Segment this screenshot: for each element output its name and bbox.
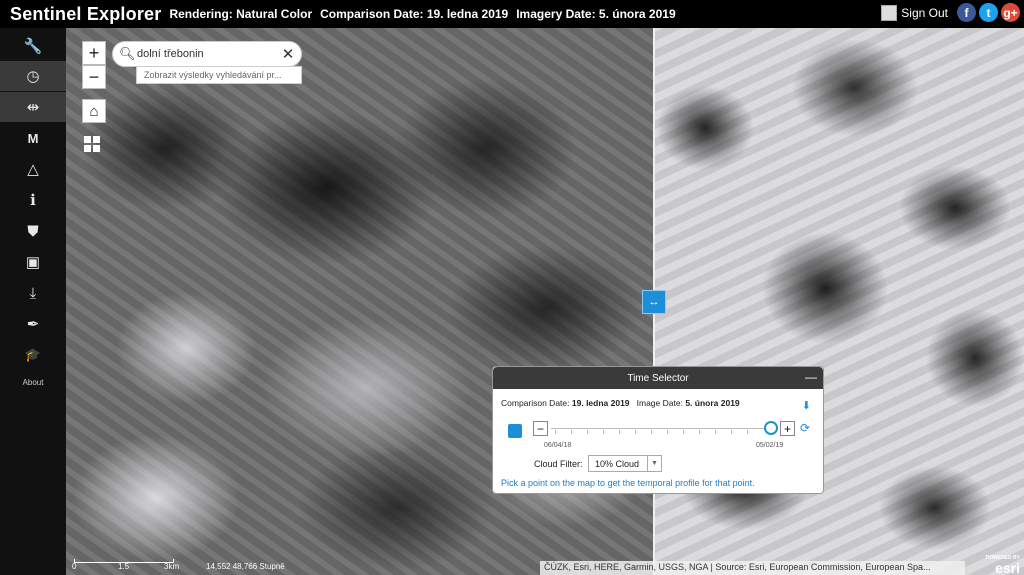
coordinate-readout: 14,552 48,766 Stupně bbox=[206, 562, 285, 571]
zoom-out-button[interactable]: − bbox=[82, 65, 106, 89]
download-icon[interactable]: ⬇ bbox=[802, 399, 811, 412]
save-icon: ▣ bbox=[25, 254, 41, 271]
about-label[interactable]: About bbox=[0, 378, 66, 387]
date-next-button[interactable]: + bbox=[780, 421, 795, 436]
cloud-filter-label: Cloud Filter: bbox=[534, 459, 583, 469]
time-selector-title: Time Selector bbox=[627, 372, 689, 384]
scale-bar: 0 1.5 3km bbox=[72, 557, 214, 571]
date-slider-thumb[interactable] bbox=[764, 421, 778, 435]
home-button[interactable]: ⌂ bbox=[82, 99, 106, 123]
cloud-filter-select[interactable]: 10% Cloud ▼ bbox=[588, 455, 662, 472]
tool-info[interactable]: ℹ bbox=[0, 185, 66, 215]
tool-change[interactable]: △ bbox=[0, 154, 66, 184]
date-slider-track[interactable] bbox=[551, 428, 771, 429]
range-end-label: 05/02/19 bbox=[756, 442, 784, 449]
swipe-icon: ⇹ bbox=[26, 99, 40, 116]
scale-mid: 1.5 bbox=[118, 562, 130, 571]
close-icon[interactable]: ✕ bbox=[279, 45, 297, 63]
time-selector-header[interactable]: Time Selector — bbox=[493, 367, 823, 389]
avatar[interactable] bbox=[881, 4, 898, 21]
tool-time[interactable]: ◷ bbox=[0, 61, 66, 91]
attribution: ČÚZK, Esri, HERE, Garmin, USGS, NGA | So… bbox=[540, 561, 965, 575]
triangle-icon: △ bbox=[27, 161, 39, 178]
download-icon: ⤓ bbox=[29, 284, 37, 302]
date-previous-button[interactable]: − bbox=[533, 421, 548, 436]
left-toolbar: 🔧 ◷ ⇹ M △ ℹ ⛊ ▣ ⤓ ✒ 🎓 About bbox=[0, 28, 66, 575]
bookmark-icon: ⛊ bbox=[27, 222, 39, 240]
swipe-handle[interactable]: ↔ bbox=[642, 290, 666, 314]
search-suggestion[interactable]: Zobrazit výsledky vyhledávání pr... bbox=[136, 66, 302, 84]
chevron-down-icon[interactable]: ▼ bbox=[647, 456, 661, 471]
rendering-label: Rendering: Natural Color bbox=[169, 7, 313, 21]
basemap-grid-icon[interactable] bbox=[84, 136, 100, 152]
image-date-value: 5. února 2019 bbox=[685, 398, 740, 408]
tool-measure[interactable]: M bbox=[0, 123, 66, 153]
header-right: Sign Out f t g+ bbox=[881, 3, 1020, 22]
minimize-icon[interactable]: — bbox=[805, 370, 817, 384]
search-input[interactable] bbox=[137, 48, 279, 60]
feather-icon: ✒ bbox=[26, 316, 40, 333]
twitter-icon[interactable]: t bbox=[979, 3, 998, 22]
info-icon: ℹ bbox=[30, 192, 36, 209]
scale-end: 3km bbox=[164, 562, 180, 571]
tool-about[interactable]: 🎓 bbox=[0, 340, 66, 370]
top-bar: Sentinel Explorer Rendering: Natural Col… bbox=[0, 0, 1024, 28]
tool-save[interactable]: ▣ bbox=[0, 247, 66, 277]
facebook-icon[interactable]: f bbox=[957, 3, 976, 22]
comparison-date-value: 19. ledna 2019 bbox=[571, 398, 630, 408]
sign-out-link[interactable]: Sign Out bbox=[901, 6, 948, 20]
tool-swipe[interactable]: ⇹ bbox=[0, 92, 66, 122]
tool-tools[interactable]: 🔧 bbox=[0, 31, 66, 61]
comparison-date-label: Comparison Date: 19. ledna 2019 bbox=[320, 7, 509, 21]
google-plus-icon[interactable]: g+ bbox=[1001, 3, 1020, 22]
time-selector-panel: Time Selector — Comparison Date: 19. led… bbox=[492, 366, 824, 494]
clock-icon: ◷ bbox=[26, 68, 40, 85]
range-start-label: 06/04/18 bbox=[544, 442, 572, 449]
imagery-date-label: Imagery Date: 5. února 2019 bbox=[516, 7, 676, 21]
tool-export[interactable]: ⤓ bbox=[0, 278, 66, 308]
temporal-profile-hint[interactable]: Pick a point on the map to get the tempo… bbox=[501, 478, 755, 488]
refresh-icon[interactable]: ⟳ bbox=[800, 421, 810, 435]
app-title: Sentinel Explorer bbox=[10, 3, 162, 24]
zoom-in-button[interactable]: + bbox=[82, 41, 106, 65]
tool-annotate[interactable]: ✒ bbox=[0, 309, 66, 339]
search-icon[interactable]: 🔍︎ bbox=[119, 46, 137, 62]
calendar-icon[interactable] bbox=[508, 424, 522, 438]
scale-zero: 0 bbox=[72, 562, 77, 571]
measure-icon: M bbox=[27, 130, 39, 146]
search-box: 🔍︎ ✕ bbox=[112, 41, 302, 67]
tool-bookmark[interactable]: ⛊ bbox=[0, 216, 66, 246]
wrench-icon: 🔧 bbox=[23, 38, 43, 55]
graduation-cap-icon: 🎓 bbox=[24, 347, 42, 362]
esri-logo: POWERED BY esri bbox=[985, 555, 1020, 575]
time-selector-dates: Comparison Date: 19. ledna 2019 Image Da… bbox=[501, 398, 740, 408]
